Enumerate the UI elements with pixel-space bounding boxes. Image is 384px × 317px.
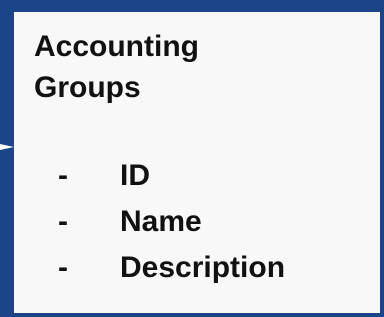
entity-title: Accounting Groups bbox=[34, 26, 334, 108]
entity-title-line1: Accounting bbox=[34, 30, 199, 63]
field-row-description: - Description bbox=[34, 245, 285, 291]
arrow-right-icon bbox=[0, 140, 14, 154]
field-list: - ID - Name - Description bbox=[34, 153, 285, 291]
entity-title-line2: Groups bbox=[34, 71, 141, 104]
field-bullet: - bbox=[58, 251, 68, 284]
field-bullet: - bbox=[58, 159, 68, 192]
field-label-description: Description bbox=[120, 251, 286, 284]
field-label-id: ID bbox=[120, 159, 150, 192]
field-row-name: - Name bbox=[34, 199, 285, 245]
entity-card: Accounting Groups - ID - Name - Descript… bbox=[14, 12, 380, 313]
field-label-name: Name bbox=[120, 205, 202, 238]
field-bullet: - bbox=[58, 205, 68, 238]
field-row-id: - ID bbox=[34, 153, 285, 199]
